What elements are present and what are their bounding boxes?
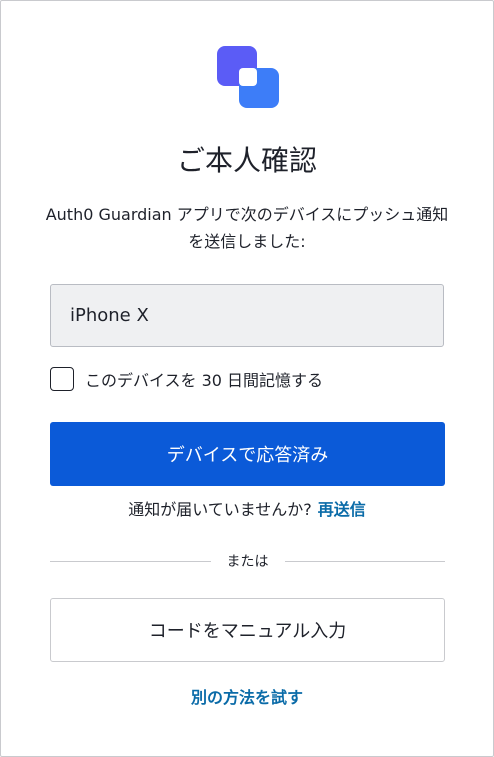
page-title: ご本人確認 xyxy=(176,144,317,177)
remember-device-option[interactable]: このデバイスを 30 日間記憶する xyxy=(50,367,323,391)
auth0-guardian-logo-icon xyxy=(217,46,279,108)
divider-line-left xyxy=(50,560,211,562)
remember-device-checkbox[interactable] xyxy=(50,367,74,391)
divider-line-right xyxy=(284,560,445,562)
try-another-method-link[interactable]: 別の方法を試す xyxy=(1,684,493,708)
device-name: iPhone X xyxy=(70,305,149,326)
page-description: Auth0 Guardian アプリで次のデバイスにプッシュ通知を送信しました: xyxy=(45,205,449,251)
resend-row: 通知が届いていませんか? 再送信 xyxy=(1,498,493,522)
resend-prompt: 通知が届いていませんか? xyxy=(128,500,312,519)
device-name-field: iPhone X xyxy=(50,284,444,347)
login-card: ご本人確認 Auth0 Guardian アプリで次のデバイスにプッシュ通知を送… xyxy=(0,0,494,757)
remember-device-label: このデバイスを 30 日間記憶する xyxy=(85,371,324,390)
device-responded-button[interactable]: デバイスで応答済み xyxy=(50,422,445,486)
manual-code-button[interactable]: コードをマニュアル入力 xyxy=(50,598,445,662)
divider-text: または xyxy=(226,554,269,570)
resend-link[interactable]: 再送信 xyxy=(318,500,366,519)
or-divider: または xyxy=(50,549,445,573)
